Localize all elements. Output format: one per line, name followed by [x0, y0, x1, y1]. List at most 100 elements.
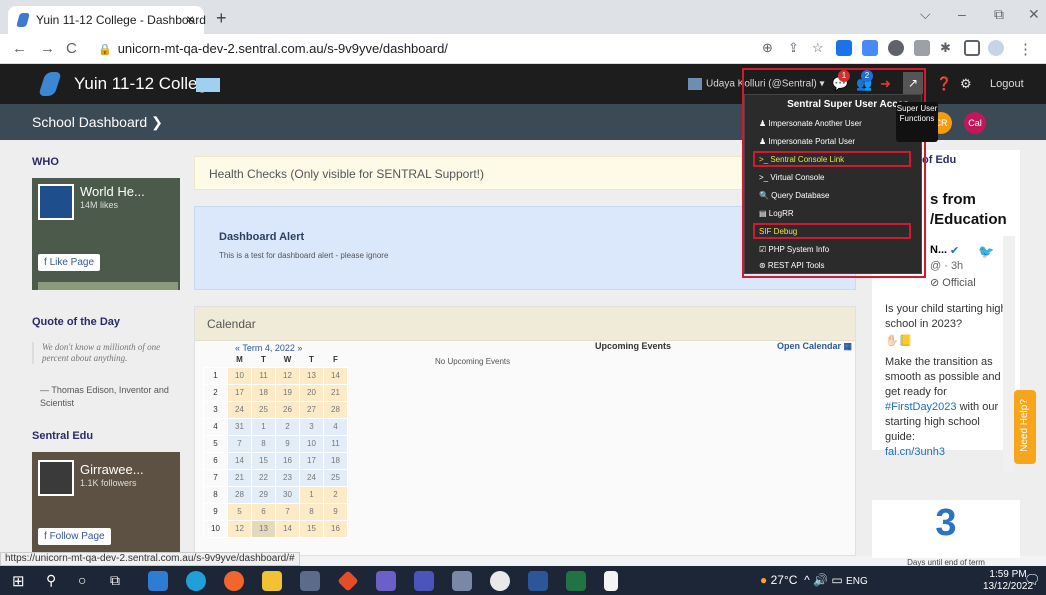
like-page-button[interactable]: f Like Page [38, 254, 101, 271]
girraween-page-name[interactable]: Girrawee... [80, 462, 144, 477]
zoom-icon[interactable]: ⊕ [762, 40, 773, 56]
calendar-day[interactable]: 24 [299, 468, 324, 487]
school-dashboard-menu[interactable]: School Dashboard ❯ [32, 114, 163, 131]
calendar-day[interactable]: 29 [251, 485, 276, 504]
calendar-day[interactable]: 24 [227, 400, 252, 419]
outlook-icon[interactable] [148, 571, 168, 591]
app-icon[interactable] [452, 571, 472, 591]
calendar-day[interactable]: 19 [275, 383, 300, 402]
word-icon[interactable] [528, 571, 548, 591]
calendar-day[interactable]: 9 [275, 434, 300, 453]
calendar-day[interactable]: 14 [323, 366, 348, 385]
calendar-day[interactable]: 21 [227, 468, 252, 487]
tray-chevron-icon[interactable]: ^ [804, 573, 810, 587]
excel-icon[interactable] [566, 571, 586, 591]
teams-icon[interactable] [414, 571, 434, 591]
calendar-day[interactable]: 15 [251, 451, 276, 470]
calendar-day[interactable]: 3 [299, 417, 324, 436]
calendar-day[interactable]: 30 [275, 485, 300, 504]
calendar-day[interactable]: 27 [299, 400, 324, 419]
back-button[interactable]: ← [12, 40, 27, 57]
tweet-author[interactable]: N... [930, 244, 947, 256]
calendar-day[interactable]: 7 [275, 502, 300, 521]
notifications-icon[interactable]: 🗨 [1024, 572, 1041, 588]
calendar-day[interactable]: 25 [323, 468, 348, 487]
camera-extension-icon[interactable] [914, 40, 930, 56]
extension-icon[interactable] [888, 40, 904, 56]
calendar-day[interactable]: 11 [251, 366, 276, 385]
settings-icon[interactable]: ⚙ [960, 76, 972, 92]
git-icon[interactable] [337, 570, 359, 592]
forward-button[interactable]: → [40, 40, 55, 57]
app-icon[interactable] [376, 571, 396, 591]
calendar-day[interactable]: 12 [227, 519, 252, 538]
restore-button[interactable]: ⧉ [994, 6, 1004, 23]
cal-pill[interactable]: Cal [964, 112, 986, 134]
cortana-icon[interactable]: ○ [78, 572, 86, 588]
hashtag-link[interactable]: #FirstDay2023 [885, 401, 957, 413]
calendar-day[interactable]: 25 [251, 400, 276, 419]
language[interactable]: ENG [846, 576, 868, 587]
extension-icon[interactable] [836, 40, 852, 56]
calendar-day[interactable]: 13 [251, 519, 276, 538]
calendar-day[interactable]: 15 [299, 519, 324, 538]
twitter-bird-icon[interactable]: 🐦 [978, 244, 994, 260]
need-help-tab[interactable]: Need Help? [1014, 390, 1036, 464]
calendar-day[interactable]: 16 [275, 451, 300, 470]
network-icon[interactable] [300, 571, 320, 591]
calendar-day[interactable]: 11 [323, 434, 348, 453]
task-view-icon[interactable]: ⧉ [110, 572, 120, 589]
calendar-day[interactable]: 13 [299, 366, 324, 385]
window-close-button[interactable]: ✕ [1028, 6, 1040, 23]
windows-start-icon[interactable]: ⊞ [12, 572, 25, 590]
chrome-icon[interactable] [490, 571, 510, 591]
calendar-day[interactable]: 18 [251, 383, 276, 402]
close-tab-icon[interactable]: × [186, 11, 194, 27]
extension-icon[interactable] [862, 40, 878, 56]
reload-button[interactable]: C [66, 40, 77, 57]
browser-tab[interactable]: Yuin 11-12 College - Dashboard × [8, 6, 206, 34]
firefox-icon[interactable] [224, 571, 244, 591]
calendar-day[interactable]: 31 [227, 417, 252, 436]
bookmark-star-icon[interactable]: ☆ [812, 40, 824, 56]
share-icon[interactable]: ⇪ [788, 40, 799, 56]
calendar-day[interactable]: 1 [251, 417, 276, 436]
calendar-day[interactable]: 14 [227, 451, 252, 470]
calendar-day[interactable]: 22 [251, 468, 276, 487]
file-explorer-icon[interactable] [262, 571, 282, 591]
calendar-day[interactable]: 20 [299, 383, 324, 402]
calendar-day[interactable]: 28 [227, 485, 252, 504]
calendar-day[interactable]: 17 [299, 451, 324, 470]
url-field[interactable]: 🔒 unicorn-mt-qa-dev-2.sentral.com.au/s-9v… [88, 38, 728, 60]
open-calendar-link[interactable]: Open Calendar ▦ [777, 341, 852, 352]
who-page-name[interactable]: World He... [80, 184, 145, 199]
calendar-day[interactable]: 8 [299, 502, 324, 521]
minimize-button[interactable]: – [958, 6, 966, 22]
calendar-day[interactable]: 21 [323, 383, 348, 402]
help-icon[interactable]: ❓ [936, 76, 952, 92]
logout-link[interactable]: Logout [990, 78, 1024, 90]
calendar-day[interactable]: 10 [227, 366, 252, 385]
calendar-day[interactable]: 12 [275, 366, 300, 385]
chevron-down-icon[interactable]: ⌵ [920, 6, 931, 23]
new-tab-button[interactable]: + [216, 8, 227, 29]
calendar-day[interactable]: 7 [227, 434, 252, 453]
profile-avatar[interactable] [988, 40, 1004, 56]
calendar-day[interactable]: 23 [275, 468, 300, 487]
sidebar-icon[interactable] [964, 40, 980, 56]
term-navigator[interactable]: « Term 4, 2022 » [235, 343, 302, 353]
calendar-day[interactable]: 16 [323, 519, 348, 538]
follow-page-button[interactable]: f Follow Page [38, 528, 111, 545]
notepad-icon[interactable] [604, 571, 618, 591]
calendar-day[interactable]: 18 [323, 451, 348, 470]
calendar-day[interactable]: 17 [227, 383, 252, 402]
calendar-day[interactable]: 14 [275, 519, 300, 538]
calendar-day[interactable]: 28 [323, 400, 348, 419]
calendar-day[interactable]: 26 [275, 400, 300, 419]
more-menu-icon[interactable]: ⋮ [1018, 40, 1033, 58]
calendar-day[interactable]: 6 [251, 502, 276, 521]
calendar-day[interactable]: 4 [323, 417, 348, 436]
calendar-day[interactable]: 1 [299, 485, 324, 504]
calendar-day[interactable]: 9 [323, 502, 348, 521]
calendar-day[interactable]: 2 [323, 485, 348, 504]
